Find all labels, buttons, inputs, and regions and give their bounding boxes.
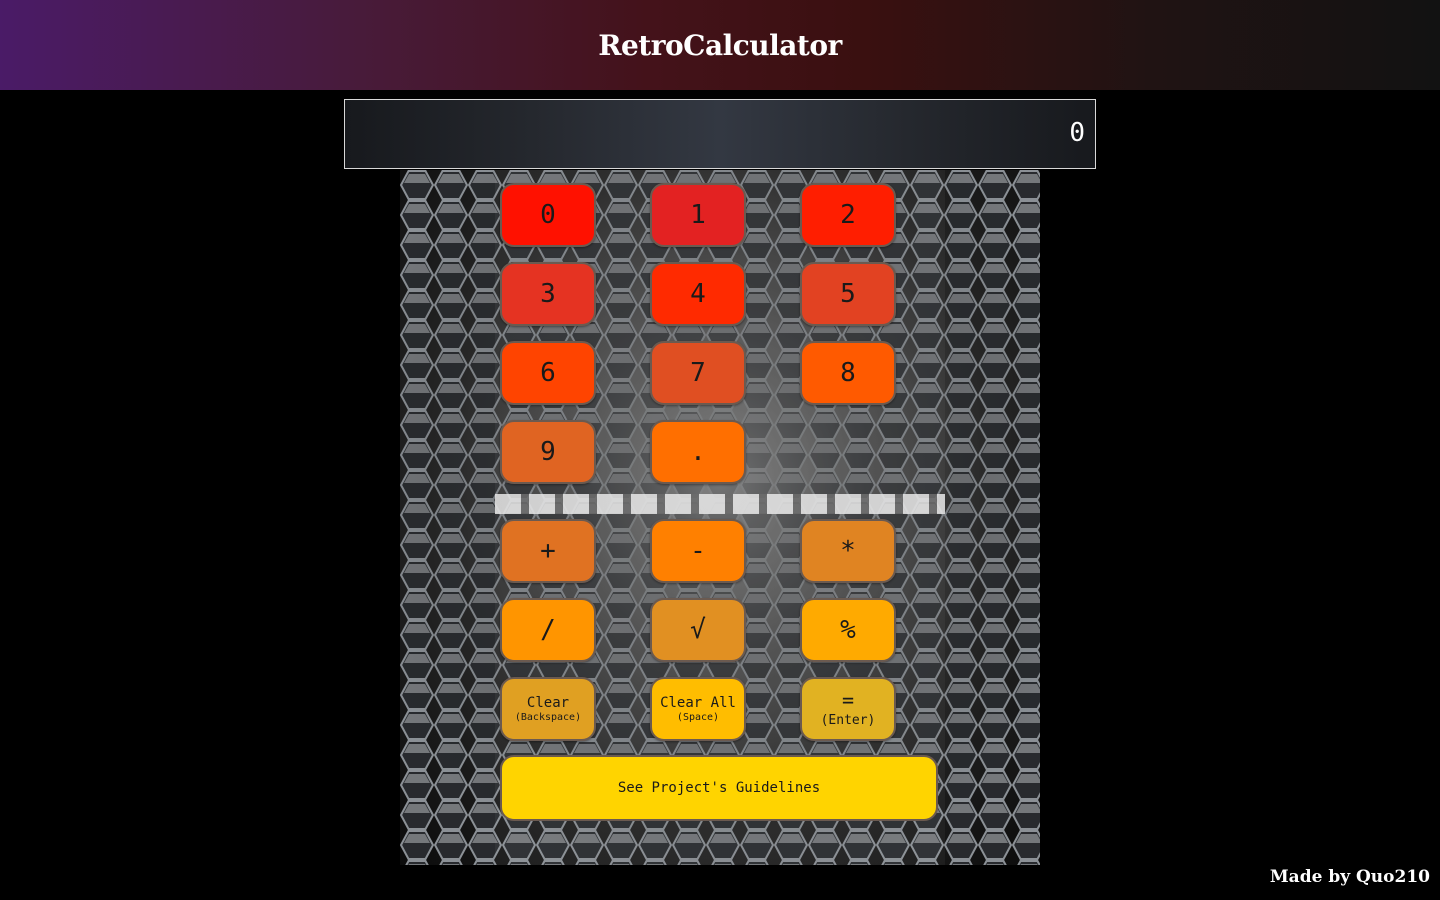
clear-label: Clear [526,695,570,711]
footer-credit: Made by Quo210 [1269,867,1430,887]
app-title: RetroCalculator [598,28,842,62]
key-9[interactable]: 9 [500,420,596,484]
clear-all-label: Clear All [660,695,736,711]
multiply-key[interactable]: * [800,519,896,583]
keypad-panel: 0 1 2 3 4 5 6 7 8 9 . + - * / √ % Clear … [400,170,1040,865]
key-1-label: 1 [690,200,706,230]
equals-label: = [841,688,855,712]
app-header: RetroCalculator [0,0,1440,90]
key-2[interactable]: 2 [800,183,896,247]
clear-all-button[interactable]: Clear All (Space) [650,677,746,741]
display-value: 0 [1069,118,1085,148]
key-6-label: 6 [540,358,556,388]
add-key-label: + [540,536,556,566]
key-6[interactable]: 6 [500,341,596,405]
multiply-key-label: * [840,536,856,566]
key-0-label: 0 [540,200,556,230]
key-4-label: 4 [690,279,706,309]
key-2-label: 2 [840,200,856,230]
key-7[interactable]: 7 [650,341,746,405]
add-key[interactable]: + [500,519,596,583]
decimal-point-key-label: . [690,437,706,467]
percent-key[interactable]: % [800,598,896,662]
subtract-key-label: - [690,536,706,566]
divide-key[interactable]: / [500,598,596,662]
decimal-point-key[interactable]: . [650,420,746,484]
key-9-label: 9 [540,437,556,467]
square-root-key-label: √ [690,615,706,645]
percent-key-label: % [840,615,856,645]
clear-shortcut: (Backspace) [514,712,582,723]
key-3[interactable]: 3 [500,262,596,326]
key-5-label: 5 [840,279,856,309]
key-0[interactable]: 0 [500,183,596,247]
key-8[interactable]: 8 [800,341,896,405]
see-guidelines-button[interactable]: See Project's Guidelines [500,755,938,821]
clear-all-shortcut: (Space) [676,712,720,723]
equals-shortcut: (Enter) [820,713,876,728]
calculator-display: 0 [344,99,1096,169]
key-5[interactable]: 5 [800,262,896,326]
decorative-band [495,494,945,514]
key-3-label: 3 [540,279,556,309]
square-root-key[interactable]: √ [650,598,746,662]
key-1[interactable]: 1 [650,183,746,247]
clear-button[interactable]: Clear (Backspace) [500,677,596,741]
divide-key-label: / [540,615,556,645]
subtract-key[interactable]: - [650,519,746,583]
key-8-label: 8 [840,358,856,388]
equals-button[interactable]: = (Enter) [800,677,896,741]
key-4[interactable]: 4 [650,262,746,326]
see-guidelines-label: See Project's Guidelines [617,780,821,796]
key-7-label: 7 [690,358,706,388]
